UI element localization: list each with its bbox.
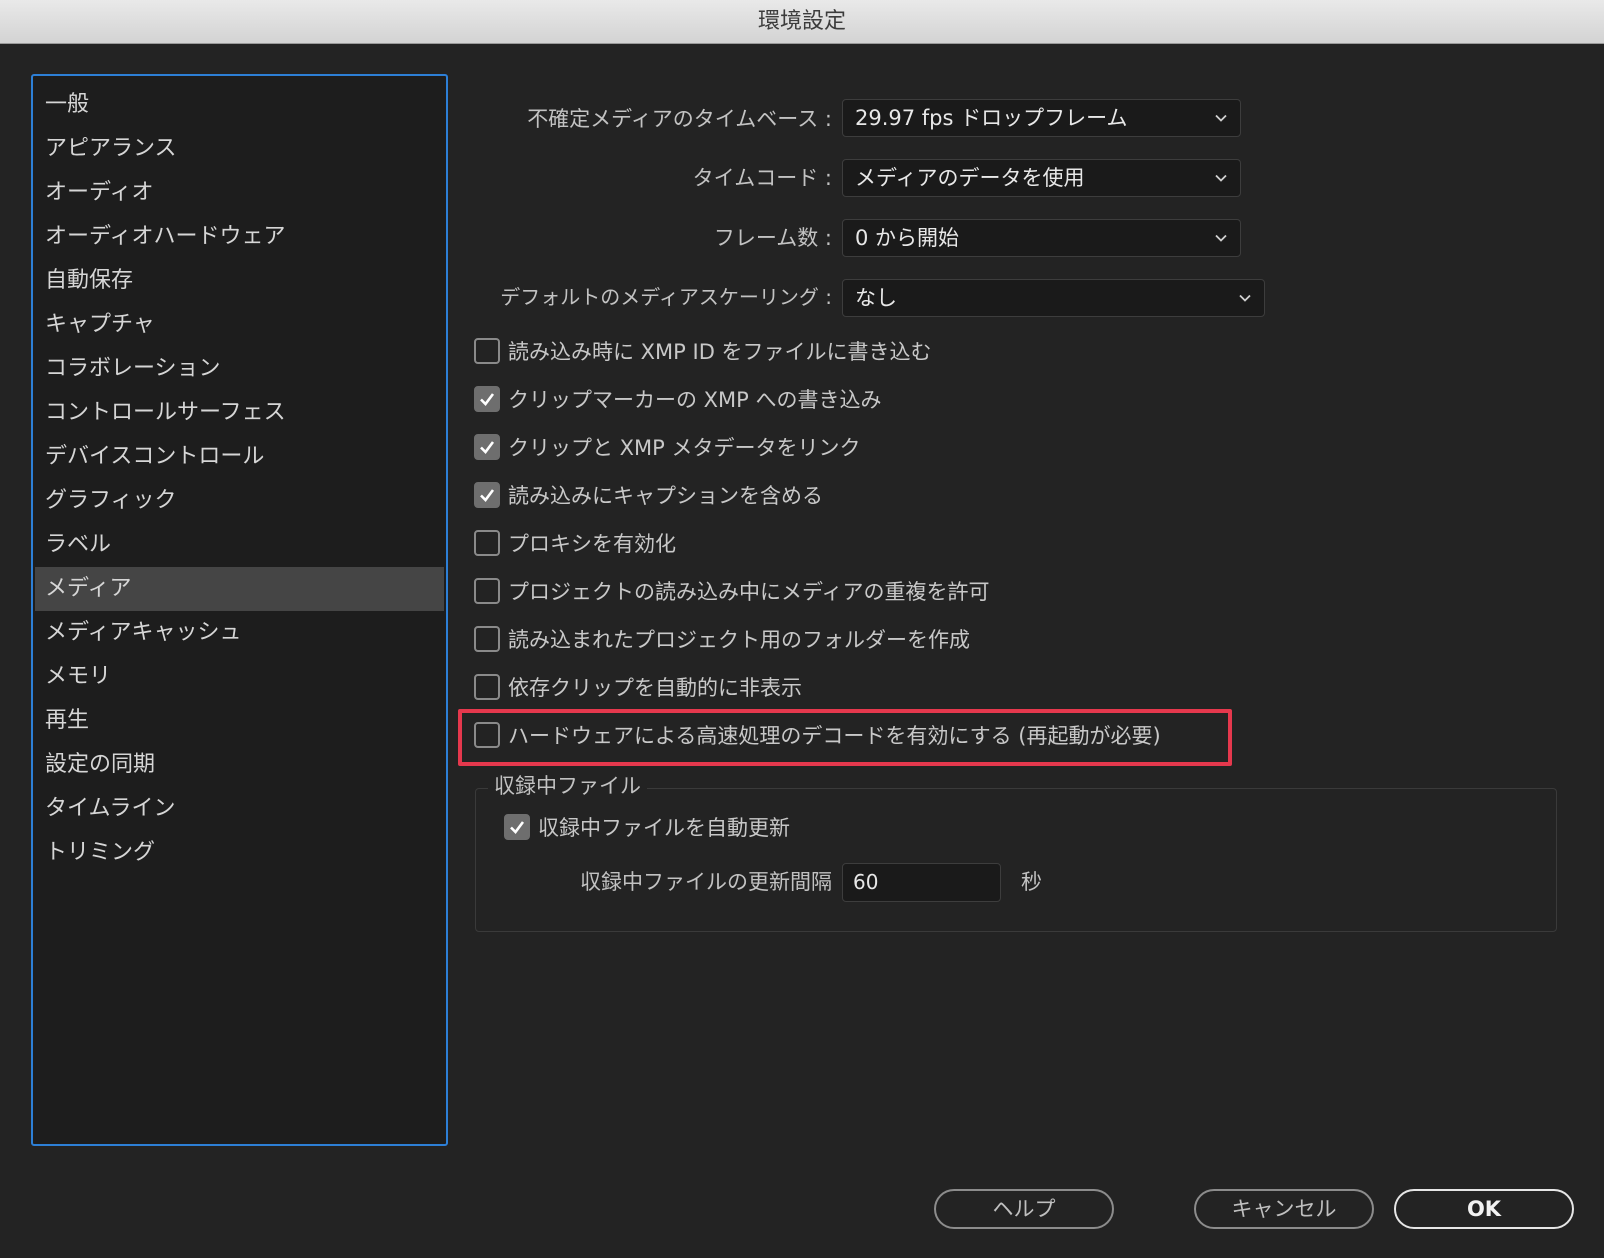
checkbox-box[interactable] <box>504 814 530 840</box>
highlight-annotation-box <box>458 709 1232 766</box>
sidebar-item-playback[interactable]: 再生 <box>35 699 444 743</box>
cancel-button[interactable]: キャンセル <box>1194 1189 1374 1229</box>
sidebar-item-audio[interactable]: オーディオ <box>35 171 444 215</box>
timecode-dropdown[interactable]: メディアのデータを使用 <box>842 159 1241 197</box>
checkbox-label: クリップマーカーの XMP への書き込み <box>508 388 882 412</box>
window-title: 環境設定 <box>0 0 1604 44</box>
sidebar-item-appearance[interactable]: アピアランス <box>35 127 444 171</box>
sidebar-item-control-surface[interactable]: コントロールサーフェス <box>35 391 444 435</box>
frame-count-label: フレーム数 : <box>713 226 832 250</box>
preferences-category-list[interactable]: 一般 アピアランス オーディオ オーディオハードウェア 自動保存 キャプチャ コ… <box>31 74 448 1146</box>
frame-count-dropdown[interactable]: 0 から開始 <box>842 219 1241 257</box>
checkbox-label: プロキシを有効化 <box>508 532 676 556</box>
chevron-down-icon <box>1215 174 1227 182</box>
checkmark-icon <box>480 441 495 454</box>
sidebar-item-graphics[interactable]: グラフィック <box>35 479 444 523</box>
chevron-down-icon <box>1215 234 1227 242</box>
sidebar-item-sync-settings[interactable]: 設定の同期 <box>35 743 444 787</box>
scaling-label: デフォルトのメディアスケーリング : <box>500 285 832 309</box>
checkbox-label: 収録中ファイルを自動更新 <box>538 816 790 840</box>
sidebar-item-memory[interactable]: メモリ <box>35 655 444 699</box>
checkbox-label: プロジェクトの読み込み中にメディアの重複を許可 <box>508 580 990 604</box>
timecode-label: タイムコード : <box>692 166 832 190</box>
checkbox-label: 読み込みにキャプションを含める <box>508 484 823 508</box>
timebase-value: 29.97 fps ドロップフレーム <box>855 106 1128 130</box>
checkmark-icon <box>480 393 495 406</box>
checkbox-box[interactable] <box>474 482 500 508</box>
sidebar-item-audio-hardware[interactable]: オーディオハードウェア <box>35 215 444 259</box>
refresh-interval-input[interactable]: 60 <box>842 863 1001 902</box>
checkbox-box[interactable] <box>474 626 500 652</box>
scaling-dropdown[interactable]: なし <box>842 279 1265 317</box>
checkbox-label: クリップと XMP メタデータをリンク <box>508 436 861 460</box>
sidebar-item-collaboration[interactable]: コラボレーション <box>35 347 444 391</box>
timebase-dropdown[interactable]: 29.97 fps ドロップフレーム <box>842 99 1241 137</box>
sidebar-item-trim[interactable]: トリミング <box>35 831 444 875</box>
growing-files-group <box>475 788 1557 932</box>
checkbox-label: 読み込み時に XMP ID をファイルに書き込む <box>508 340 932 364</box>
ok-button[interactable]: OK <box>1394 1189 1574 1229</box>
checkmark-icon <box>480 489 495 502</box>
checkbox-box[interactable] <box>474 434 500 460</box>
sidebar-item-capture[interactable]: キャプチャ <box>35 303 444 347</box>
checkbox-box[interactable] <box>474 338 500 364</box>
chevron-down-icon <box>1239 294 1251 302</box>
chevron-down-icon <box>1215 114 1227 122</box>
sidebar-item-media[interactable]: メディア <box>35 567 444 611</box>
sidebar-item-timeline[interactable]: タイムライン <box>35 787 444 831</box>
seconds-unit-label: 秒 <box>1021 870 1042 894</box>
sidebar-item-general[interactable]: 一般 <box>35 83 444 127</box>
sidebar-item-auto-save[interactable]: 自動保存 <box>35 259 444 303</box>
timebase-label: 不確定メディアのタイムベース : <box>527 107 832 131</box>
checkbox-box[interactable] <box>474 530 500 556</box>
sidebar-item-device-control[interactable]: デバイスコントロール <box>35 435 444 479</box>
sidebar-item-labels[interactable]: ラベル <box>35 523 444 567</box>
group-title: 収録中ファイル <box>488 770 647 802</box>
help-button[interactable]: ヘルプ <box>934 1189 1114 1229</box>
checkbox-label: 依存クリップを自動的に非表示 <box>508 676 802 700</box>
sidebar-item-media-cache[interactable]: メディアキャッシュ <box>35 611 444 655</box>
scaling-value: なし <box>855 286 897 310</box>
refresh-interval-label: 収録中ファイルの更新間隔 <box>580 870 832 894</box>
checkbox-box[interactable] <box>474 386 500 412</box>
frame-count-value: 0 から開始 <box>855 226 960 250</box>
checkbox-label: 読み込まれたプロジェクト用のフォルダーを作成 <box>508 628 970 652</box>
checkbox-box[interactable] <box>474 674 500 700</box>
checkmark-icon <box>510 821 525 834</box>
checkbox-box[interactable] <box>474 578 500 604</box>
timecode-value: メディアのデータを使用 <box>855 166 1085 190</box>
